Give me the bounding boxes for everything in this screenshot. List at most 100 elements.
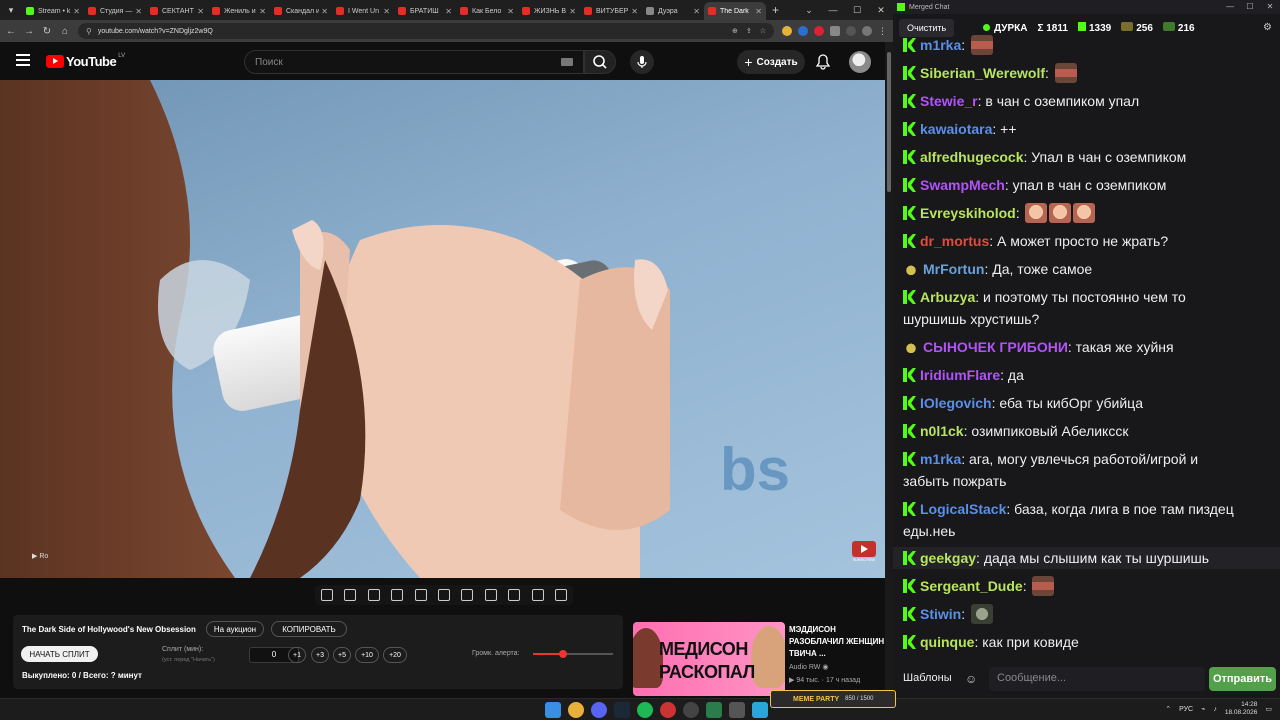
chrome-icon[interactable] [568, 702, 584, 718]
chat-username[interactable]: IOlegovich [920, 395, 992, 411]
browser-tab[interactable]: ВИТУБЕР ✕ [580, 2, 642, 20]
recommended-title[interactable]: МЭДДИСОН РАЗОБЛАЧИЛ ЖЕНЩИН ТВИЧА ... [789, 624, 885, 660]
volume-icon[interactable]: ♪ [1213, 706, 1217, 713]
discord-icon[interactable] [591, 702, 607, 718]
reload-icon[interactable]: ↻ [42, 26, 52, 37]
close-window-button[interactable]: ✕ [1260, 0, 1280, 14]
increment-button[interactable]: +20 [383, 647, 407, 663]
extension-icon[interactable] [814, 26, 824, 36]
browser-tab[interactable]: ЖИЗНЬ В ✕ [518, 2, 580, 20]
minimize-button[interactable]: — [821, 0, 845, 20]
close-tab-icon[interactable]: ✕ [569, 7, 576, 16]
speed-icon[interactable] [461, 589, 474, 601]
network-icon[interactable]: ⌁ [1201, 705, 1205, 713]
download-icon[interactable] [846, 26, 856, 36]
chat-username[interactable]: IridiumFlare [920, 367, 1000, 383]
search-button[interactable] [584, 50, 616, 74]
search-input[interactable]: Поиск [244, 50, 584, 74]
playlist-icon[interactable] [367, 589, 380, 601]
start-split-button[interactable]: НАЧАТЬ СПЛИТ [21, 646, 98, 662]
create-button[interactable]: + Создать [737, 50, 805, 74]
close-tab-icon[interactable]: ✕ [383, 7, 390, 16]
chat-username[interactable]: geekgay [920, 550, 976, 566]
broadcast-icon[interactable] [344, 589, 357, 601]
add-icon[interactable] [484, 589, 497, 601]
chat-message-list[interactable]: m1rka: Siberian_Werewolf: Stewie_r: в ча… [893, 32, 1280, 660]
profile-icon[interactable] [862, 26, 872, 36]
back-icon[interactable]: ← [6, 26, 16, 37]
home-icon[interactable]: ⌂ [60, 26, 70, 37]
increment-button[interactable]: +10 [355, 647, 379, 663]
notification-icon[interactable]: ▭ [1265, 705, 1272, 713]
browser-tab[interactable]: Stream • k ✕ [22, 2, 84, 20]
maximize-button[interactable]: ☐ [1240, 0, 1260, 14]
chat-username[interactable]: Sergeant_Dude [920, 578, 1023, 594]
extensions-icon[interactable] [830, 26, 840, 36]
chat-username[interactable]: m1rka [920, 37, 961, 53]
on-auction-button[interactable]: На аукцион [206, 621, 264, 637]
scrollbar-thumb[interactable] [887, 52, 891, 192]
menu-icon[interactable] [16, 54, 30, 69]
browser-tab[interactable]: Студия — ✕ [84, 2, 146, 20]
spotify-icon[interactable] [637, 702, 653, 718]
close-tab-icon[interactable]: ✕ [259, 7, 266, 16]
close-tab-icon[interactable]: ✕ [197, 7, 204, 16]
chat-username[interactable]: Stiwin [920, 606, 961, 622]
volume-knob[interactable] [558, 650, 567, 658]
chat-username[interactable]: Evreyskiholod [920, 205, 1016, 221]
chat-username[interactable]: Arbuzya [920, 289, 975, 305]
recommended-channel[interactable]: Audio RW ◉ [789, 663, 828, 671]
theater-icon[interactable] [437, 589, 450, 601]
steam-icon[interactable] [614, 702, 630, 718]
keyboard-icon[interactable] [561, 58, 573, 66]
chat-username[interactable]: m1rka [920, 451, 961, 467]
close-tab-icon[interactable]: ✕ [631, 7, 638, 16]
alert-volume-slider[interactable] [533, 650, 613, 658]
browser-tab[interactable]: I Went Un ✕ [332, 2, 394, 20]
star-icon[interactable]: ☆ [760, 27, 766, 35]
browser-tab[interactable]: Жениль и ✕ [208, 2, 270, 20]
close-tab-icon[interactable]: ✕ [507, 7, 514, 16]
camera-icon[interactable] [508, 589, 521, 601]
flask-icon[interactable] [531, 589, 544, 601]
minimize-button[interactable]: — [1220, 0, 1240, 14]
extension-icon[interactable] [782, 26, 792, 36]
tray-arrow-icon[interactable]: ⌃ [1165, 705, 1171, 713]
recommended-video[interactable]: МЕДИСОН РАСКОПАЛ МЭДДИСОН РАЗОБЛАЧИЛ ЖЕН… [633, 622, 885, 698]
increment-button[interactable]: +1 [288, 647, 306, 663]
chat-username[interactable]: SwampMech [920, 177, 1005, 193]
pip-icon[interactable] [414, 589, 427, 601]
close-tab-icon[interactable]: ✕ [755, 7, 762, 16]
share-icon[interactable]: ⇪ [746, 27, 752, 35]
youtube-logo[interactable]: YouTube LV [46, 53, 125, 69]
send-button[interactable]: Отправить [1209, 667, 1276, 691]
extension-icon[interactable] [798, 26, 808, 36]
close-tab-icon[interactable]: ✕ [321, 7, 328, 16]
chat-username[interactable]: quinque [920, 634, 974, 650]
increment-button[interactable]: +5 [333, 647, 351, 663]
copy-button[interactable]: КОПИРОВАТЬ [271, 621, 347, 637]
chat-username[interactable]: n0l1ck [920, 423, 964, 439]
close-window-button[interactable]: ✕ [869, 0, 893, 20]
clock[interactable]: 14:28 18.08.2026 [1225, 701, 1258, 717]
browser-tab[interactable]: СЕКТАНТ ✕ [146, 2, 208, 20]
close-tab-icon[interactable]: ✕ [693, 7, 700, 16]
more-icon[interactable]: ⋮ [878, 26, 887, 37]
forward-icon[interactable]: → [24, 26, 34, 37]
zoom-icon[interactable]: ⊕ [732, 27, 738, 35]
telegram-icon[interactable] [752, 702, 768, 718]
app-icon[interactable] [660, 702, 676, 718]
app-icon[interactable] [729, 702, 745, 718]
app-icon[interactable] [706, 702, 722, 718]
chevron-down-icon[interactable]: ⌄ [797, 0, 821, 20]
chat-username[interactable]: СЫНОЧЕК ГРИБОНИ [923, 339, 1068, 355]
tab-search-icon[interactable]: ▾ [0, 0, 22, 20]
emoji-icon[interactable]: ☺ [965, 672, 977, 686]
subscribe-watermark-button[interactable]: SUBSCRIBE [851, 541, 877, 563]
site-info-icon[interactable]: ⚲ [86, 27, 92, 36]
browser-tab[interactable]: Дуэра ✕ [642, 2, 704, 20]
browser-tab[interactable]: Скандал и ✕ [270, 2, 332, 20]
voice-search-button[interactable] [630, 50, 654, 74]
video-player[interactable]: bs [0, 80, 885, 578]
url-field[interactable]: ⚲ youtube.com/watch?v=ZNDgljz2w9Q ⊕ ⇪ ☆ [78, 23, 774, 39]
